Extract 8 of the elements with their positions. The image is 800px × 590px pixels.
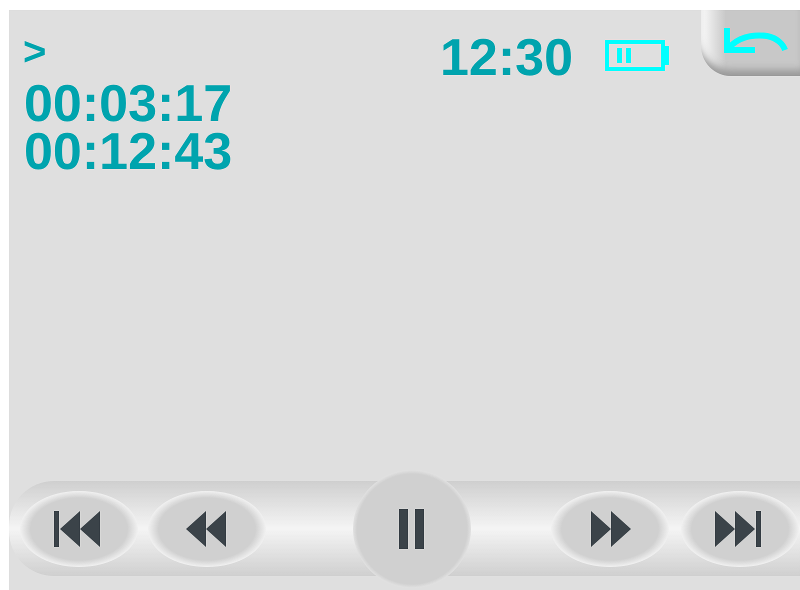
rewind-icon <box>186 508 228 548</box>
clock-time: 12:30 <box>440 32 573 84</box>
fast-forward-icon <box>589 508 631 548</box>
battery-icon <box>605 40 669 71</box>
play-indicator: > <box>23 32 46 72</box>
pause-icon <box>399 508 425 548</box>
elapsed-time: 00:03:17 <box>24 80 234 128</box>
total-time: 00:12:43 <box>24 128 234 176</box>
